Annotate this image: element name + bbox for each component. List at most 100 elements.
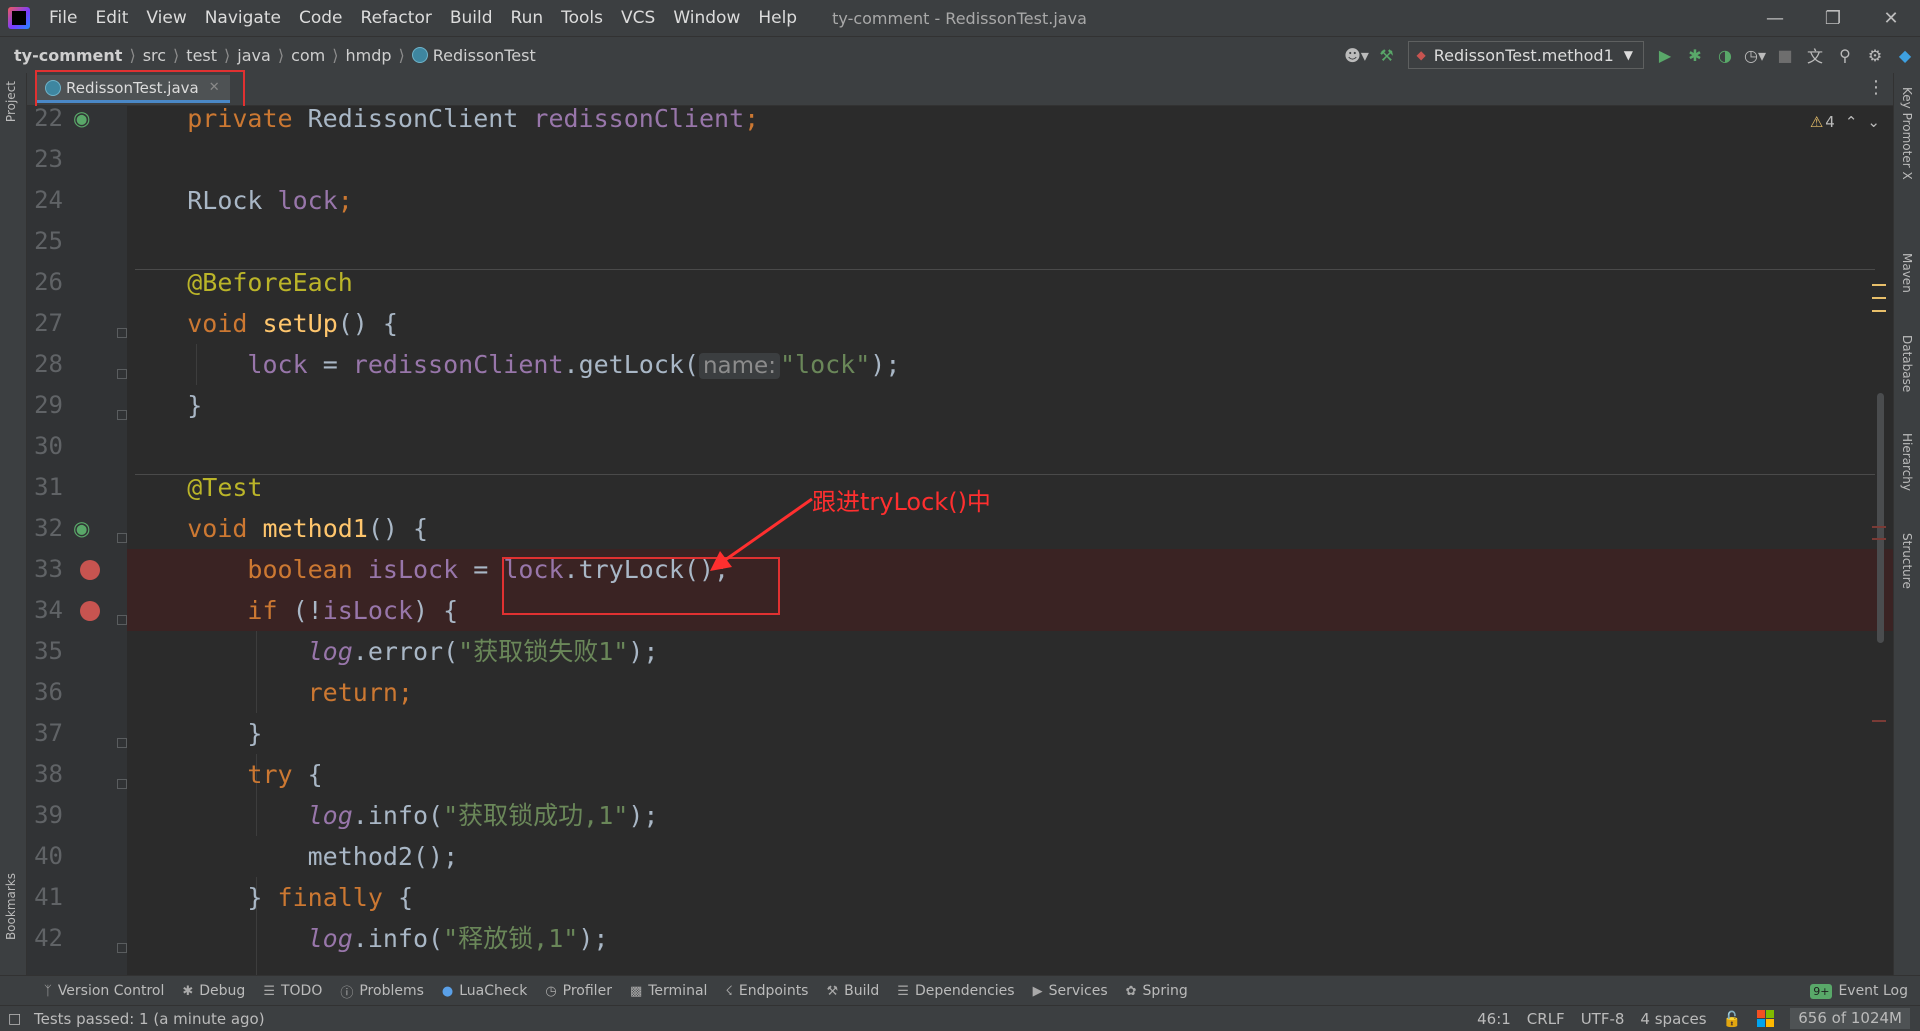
error-stripe-mark[interactable] [1872,284,1886,286]
tab-redisson-test[interactable]: RedissonTest.java ✕ [35,75,230,103]
maven-tool-tab[interactable]: Maven [1900,253,1914,293]
menu-view[interactable]: View [137,8,195,28]
menu-vcs[interactable]: VCS [612,8,664,28]
translate-icon[interactable]: 文 [1800,43,1830,67]
breadcrumb-class[interactable]: RedissonTest [433,46,536,65]
code-token: void [187,309,263,338]
services-tool[interactable]: ▶ Services [1033,983,1108,999]
project-tool-tab[interactable]: Project [4,81,18,122]
breadcrumb-java[interactable]: java [237,46,271,65]
spring-leaf-icon: ✿ [1125,983,1137,999]
line-number: 41 [34,883,63,911]
code-token: isLock [367,555,459,584]
annotation-text: 跟进tryLock()中 [812,488,991,516]
coverage-icon[interactable]: ◑ [1710,46,1740,65]
fold-marker-icon[interactable] [117,943,127,953]
toggle-tool-windows-icon[interactable]: □ [8,1011,21,1027]
status-message[interactable]: Tests passed: 1 (a minute ago) [34,1010,265,1028]
run-icon[interactable]: ▶ [1650,46,1680,65]
fold-marker-icon[interactable] [117,533,127,543]
inspection-widget[interactable]: ⚠ 4 ⌃ ⌄ [1810,113,1880,131]
profile-icon[interactable]: ◷▾ [1740,46,1770,65]
endpoints-tool[interactable]: ☇ Endpoints [725,983,808,999]
stop-icon[interactable]: ■ [1770,46,1800,65]
line-number: 32 [34,514,63,542]
restore-icon[interactable]: ❐ [1804,0,1862,36]
fold-marker-icon[interactable] [117,369,127,379]
luacheck-tool[interactable]: ● LuaCheck [442,983,527,999]
error-stripe-mark[interactable] [1872,297,1886,299]
code-token: ; [337,186,353,215]
error-stripe-mark[interactable] [1872,538,1886,540]
profiler-tool[interactable]: ◷ Profiler [545,983,612,999]
editor-scrollbar-thumb[interactable] [1877,393,1884,643]
debug-icon[interactable]: ✱ [1680,46,1710,65]
run-gutter-icon[interactable]: ◉ [73,107,95,129]
breadcrumb-test[interactable]: test [186,46,217,65]
menu-run[interactable]: Run [502,8,553,28]
error-stripe-mark[interactable] [1872,720,1886,722]
menu-window[interactable]: Window [664,8,749,28]
breadcrumb-separator-icon: ⟩ [224,45,231,65]
todo-tool[interactable]: ☰ TODO [263,983,322,999]
code-token: { [382,883,414,912]
minimize-icon[interactable]: — [1746,0,1804,36]
version-control-tool[interactable]: ᛉ Version Control [44,983,164,999]
menu-build[interactable]: Build [441,8,502,28]
breadcrumb-com[interactable]: com [291,46,325,65]
database-tool-tab[interactable]: Database [1900,335,1914,392]
menu-code[interactable]: Code [290,8,352,28]
debug-tool[interactable]: ✱ Debug [182,983,245,999]
line-separator[interactable]: CRLF [1527,1010,1565,1028]
bookmarks-tool-tab[interactable]: Bookmarks [4,873,18,940]
lock-icon[interactable]: 🔓 [1723,1010,1742,1028]
code-token: redissonClient [533,106,745,133]
breadcrumb-hmdp[interactable]: hmdp [345,46,391,65]
menu-help[interactable]: Help [749,8,806,28]
code-token: ); [870,350,901,379]
fold-marker-icon[interactable] [117,615,127,625]
chevron-down-icon[interactable]: ⌄ [1867,113,1880,131]
fold-marker-icon[interactable] [117,410,127,420]
error-stripe-mark[interactable] [1872,526,1886,528]
user-icon[interactable]: ☻▾ [1342,46,1372,65]
hierarchy-tool-tab[interactable]: Hierarchy [1900,433,1914,491]
breakpoint-icon[interactable] [80,560,100,580]
menu-tools[interactable]: Tools [552,8,612,28]
fold-marker-icon[interactable] [117,328,127,338]
code-editor[interactable]: private RedissonClient redissonClient; R… [127,106,1893,975]
fold-marker-icon[interactable] [117,738,127,748]
search-icon[interactable]: ⚲ [1830,46,1860,65]
problems-tool[interactable]: ⓘ Problems [340,982,424,1001]
spring-tool[interactable]: ✿ Spring [1126,983,1188,999]
plugin-icon[interactable]: ◆ [1890,46,1920,65]
hammer-build-icon[interactable]: ⚒ [1372,46,1402,65]
menu-refactor[interactable]: Refactor [352,8,441,28]
structure-tool-tab[interactable]: Structure [1900,533,1914,589]
indent-setting[interactable]: 4 spaces [1640,1010,1706,1028]
chevron-up-icon[interactable]: ⌃ [1845,113,1858,131]
file-encoding[interactable]: UTF-8 [1581,1010,1625,1028]
breadcrumb-src[interactable]: src [143,46,166,65]
run-gutter-icon[interactable]: ◉ [73,517,95,539]
navigation-bar: ty-comment ⟩ src ⟩ test ⟩ java ⟩ com ⟩ h… [0,36,1920,73]
memory-indicator[interactable]: 656 of 1024M [1790,1008,1910,1029]
dependencies-tool[interactable]: ☰ Dependencies [897,983,1014,999]
menu-edit[interactable]: Edit [86,8,137,28]
breadcrumb-project[interactable]: ty-comment [14,46,122,65]
breakpoint-icon[interactable] [80,601,100,621]
more-vertical-icon[interactable]: ⋮ [1867,77,1885,98]
build-tool[interactable]: ⚒ Build [826,983,879,999]
menu-navigate[interactable]: Navigate [196,8,290,28]
error-stripe-mark[interactable] [1872,310,1886,312]
close-tab-icon[interactable]: ✕ [209,80,220,95]
fold-marker-icon[interactable] [117,779,127,789]
terminal-tool[interactable]: ▩ Terminal [630,983,707,999]
menu-file[interactable]: File [40,8,86,28]
key-promoter-tool-tab[interactable]: Key Promoter X [1900,87,1914,180]
close-icon[interactable]: ✕ [1862,0,1920,36]
caret-position[interactable]: 46:1 [1477,1010,1511,1028]
run-configuration-select[interactable]: ◆ RedissonTest.method1 ▼ [1407,41,1644,69]
settings-gear-icon[interactable]: ⚙ [1860,46,1890,65]
event-log-tool[interactable]: 9+ Event Log [1810,976,1908,1006]
